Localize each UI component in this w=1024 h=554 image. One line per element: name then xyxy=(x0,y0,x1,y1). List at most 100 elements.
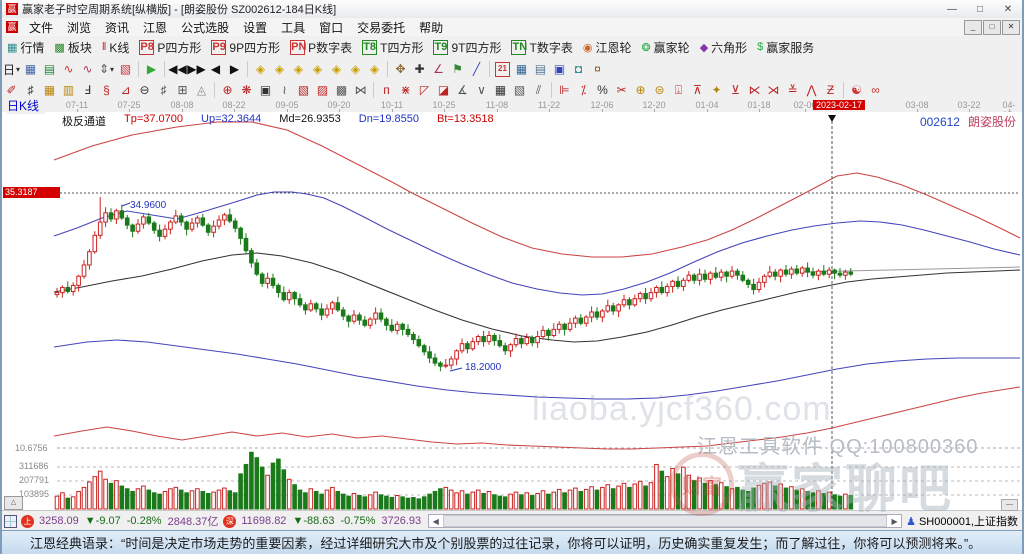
draw-wedge-icon[interactable]: ⋀ xyxy=(802,81,821,99)
draw-fib-grid-icon[interactable]: ▦ xyxy=(491,81,510,99)
draw-gann-box-icon[interactable]: ▣ xyxy=(256,81,275,99)
menu-help[interactable]: 帮助 xyxy=(412,18,450,37)
tool-chart-window-icon[interactable]: ▦ xyxy=(21,60,40,78)
mdi-restore-button[interactable]: □ xyxy=(983,20,1001,35)
draw-draw-cycle-icon[interactable]: ⊖ xyxy=(135,81,154,99)
tool-zigzag-b-icon[interactable]: ∿ xyxy=(78,60,97,78)
draw-percent-line-icon[interactable]: ✂ xyxy=(612,81,631,99)
menu-formula-picker[interactable]: 公式选股 xyxy=(174,18,236,37)
draw-speed-lines-icon[interactable]: ◸ xyxy=(415,81,434,99)
mdi-close-button[interactable]: ✕ xyxy=(1002,20,1020,35)
draw-check-lines-icon[interactable]: ∨ xyxy=(472,81,491,99)
menu-trade[interactable]: 交易委托 xyxy=(350,18,412,37)
tool-diamond-nav-5-icon[interactable]: ◈ xyxy=(327,60,346,78)
draw-channel-z-icon[interactable]: Ƶ xyxy=(821,81,840,99)
mdi-minimize-button[interactable]: _ xyxy=(964,20,982,35)
draw-fib-zone-icon[interactable]: ▧ xyxy=(510,81,529,99)
tool-play-flag-icon[interactable]: ▶ xyxy=(142,60,161,78)
draw-slope-3-icon[interactable]: ⋊ xyxy=(764,81,783,99)
menu-settings[interactable]: 设置 xyxy=(236,18,274,37)
tool-next-bar-icon[interactable]: ▶ xyxy=(225,60,244,78)
draw-gold-channel-icon[interactable]: ⊜ xyxy=(650,81,669,99)
draw-gann-ratio-icon[interactable]: ⊫ xyxy=(555,81,574,99)
tool-diamond-nav-6-icon[interactable]: ◈ xyxy=(346,60,365,78)
maximize-button[interactable]: □ xyxy=(966,4,994,15)
tool-toolbox-icon[interactable]: ¤ xyxy=(588,60,607,78)
tool-first-bar-icon[interactable]: ◀◀ xyxy=(168,60,187,78)
draw-draw-n2-icon[interactable]: ⊞ xyxy=(173,81,192,99)
draw-slope-2-icon[interactable]: ⋉ xyxy=(745,81,764,99)
tool-info-panel-icon[interactable]: ▤ xyxy=(40,60,59,78)
draw-time-window-icon[interactable]: ▧ xyxy=(294,81,313,99)
tool-crosshair-icon[interactable]: ✚ xyxy=(410,60,429,78)
draw-box-ratio-icon[interactable]: ⊼ xyxy=(688,81,707,99)
menu-gann[interactable]: 江恩 xyxy=(136,18,174,37)
shanghai-index-icon[interactable]: 上 xyxy=(21,515,34,528)
draw-draw-spiral-icon[interactable]: § xyxy=(97,81,116,99)
tool-diamond-nav-1-icon[interactable]: ◈ xyxy=(251,60,270,78)
menu-window[interactable]: 窗口 xyxy=(312,18,350,37)
draw-gold-grid-2-icon[interactable]: ▥ xyxy=(59,81,78,99)
tool-prev-bar-icon[interactable]: ◀ xyxy=(206,60,225,78)
toolbar-t-square[interactable]: T8T四方形 xyxy=(357,37,428,57)
tool-calendar-icon[interactable]: 21 xyxy=(493,60,512,78)
draw-step-lines-icon[interactable]: ≚ xyxy=(783,81,802,99)
toolbar-gann-wheel[interactable]: ◉江恩轮 xyxy=(578,37,637,57)
toolbar-winner-service[interactable]: $赢家服务 xyxy=(752,37,819,57)
tool-diamond-nav-2-icon[interactable]: ◈ xyxy=(270,60,289,78)
draw-parallel-lines-icon[interactable]: ⫽ xyxy=(529,81,548,99)
draw-mirror-tool-icon[interactable]: ◪ xyxy=(434,81,453,99)
draw-draw-comb-icon[interactable]: ♯ xyxy=(154,81,173,99)
draw-draw-arrow-mark-icon[interactable]: ◬ xyxy=(192,81,211,99)
draw-draw-f-icon[interactable]: Ⅎ xyxy=(78,81,97,99)
draw-draw-angle-rule-icon[interactable]: ⊿ xyxy=(116,81,135,99)
pane-label-daily-kline[interactable]: 日K线 xyxy=(7,97,45,114)
market-grid-icon[interactable] xyxy=(4,515,17,528)
toolbar-sectors[interactable]: ▩板块 xyxy=(49,37,96,57)
draw-infinity-icon[interactable]: ∞ xyxy=(866,81,885,99)
tool-mark-flag-icon[interactable]: ⚑ xyxy=(448,60,467,78)
toolbar-t-table[interactable]: TNT数字表 xyxy=(506,37,577,57)
tool-period-daily-icon[interactable]: 日▾ xyxy=(2,60,21,78)
tool-screenshot-icon[interactable]: ◘ xyxy=(569,60,588,78)
scroll-left-arrow[interactable]: ◀ xyxy=(429,517,442,526)
tool-save-icon[interactable]: ▣ xyxy=(550,60,569,78)
pane-splitter-button[interactable]: △ xyxy=(4,496,23,510)
menu-file[interactable]: 文件 xyxy=(22,18,60,37)
chart-area[interactable]: 极反通道 Tp=37.0700Up=32.3644Md=26.9353Dn=19… xyxy=(2,112,1022,510)
tool-diamond-nav-3-icon[interactable]: ◈ xyxy=(289,60,308,78)
menu-browse[interactable]: 浏览 xyxy=(60,18,98,37)
toolbar-quotes[interactable]: ▦行情 xyxy=(2,37,49,57)
draw-fan-lines-icon[interactable]: ⋇ xyxy=(396,81,415,99)
draw-yin-yang-icon[interactable]: ☯ xyxy=(847,81,866,99)
close-button[interactable]: ✕ xyxy=(994,4,1022,15)
toolbar-hexagon[interactable]: ◆六角形 xyxy=(695,37,752,57)
draw-percent-icon[interactable]: % xyxy=(593,81,612,99)
menu-tools[interactable]: 工具 xyxy=(274,18,312,37)
app-menu-icon[interactable]: 赢 xyxy=(6,21,18,33)
draw-grid-window-icon[interactable]: ▩ xyxy=(332,81,351,99)
tool-zigzag-a-icon[interactable]: ∿ xyxy=(59,60,78,78)
tool-diamond-nav-7-icon[interactable]: ◈ xyxy=(365,60,384,78)
toolbar-p-square[interactable]: P8P四方形 xyxy=(134,37,206,57)
toolbar-9p-square[interactable]: P99P四方形 xyxy=(206,37,285,57)
tool-diamond-nav-4-icon[interactable]: ◈ xyxy=(308,60,327,78)
tool-measure-icon[interactable]: ∠ xyxy=(429,60,448,78)
toolbar-9t-square[interactable]: T99T四方形 xyxy=(428,37,506,57)
shenzhen-index-icon[interactable]: 深 xyxy=(223,515,236,528)
tool-notepad-icon[interactable]: ▤ xyxy=(531,60,550,78)
draw-gold-box-icon[interactable]: ✦ xyxy=(707,81,726,99)
tool-restore-chart-icon[interactable]: ▧ xyxy=(116,60,135,78)
tool-calculator-icon[interactable]: ▦ xyxy=(512,60,531,78)
draw-price-window-icon[interactable]: ▨ xyxy=(313,81,332,99)
toolbar-winner-wheel[interactable]: ❂赢家轮 xyxy=(636,37,694,57)
draw-gann-flower-icon[interactable]: ❋ xyxy=(237,81,256,99)
tool-last-bar-icon[interactable]: ▶▶ xyxy=(187,60,206,78)
tool-pan-hand-icon[interactable]: ✥ xyxy=(391,60,410,78)
draw-slope-1-icon[interactable]: ⊻ xyxy=(726,81,745,99)
draw-gann-circle-icon[interactable]: ⊕ xyxy=(218,81,237,99)
toolbar-kline[interactable]: ‖K线 xyxy=(97,37,135,57)
draw-wave-mark-icon[interactable]: ≀ xyxy=(275,81,294,99)
draw-angle-lines-icon[interactable]: ∡ xyxy=(453,81,472,99)
draw-band-mark-icon[interactable]: ⋈ xyxy=(351,81,370,99)
